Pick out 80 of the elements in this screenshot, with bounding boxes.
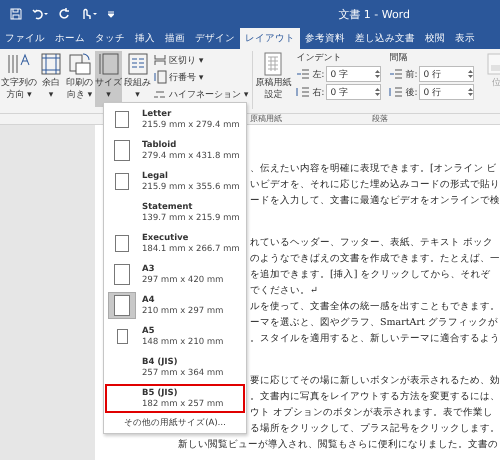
- ribbon-button[interactable]: 原稿用紙 設定: [255, 51, 292, 107]
- field-label: 右:: [312, 86, 324, 98]
- menu-item[interactable]: B5 (JIS) 182 mm x 257 mm: [105, 384, 245, 413]
- ribbon-tab[interactable]: レイアウト: [240, 28, 300, 49]
- paper-icon: [114, 295, 130, 316]
- spacing-icon: [389, 67, 404, 81]
- group-label: 原稿用紙: [250, 114, 282, 124]
- document-text-line: ルを使って、文書全体の統一感を出すこともできます。: [250, 300, 500, 314]
- group-label: 段落: [372, 114, 388, 124]
- ribbon-tab[interactable]: タッチ: [90, 28, 130, 49]
- menu-item[interactable]: Tabloid 279.4 mm x 431.8 mm: [105, 136, 245, 165]
- menu-item[interactable]: Letter 215.9 mm x 279.4 mm: [105, 105, 245, 134]
- indent-icon: [296, 85, 310, 99]
- ribbon-button[interactable]: サイズ ▾: [95, 51, 122, 107]
- document-text-line: ードを入力して、文書に最適なビデオをオンラインで検: [250, 194, 500, 208]
- document-text-line: 。文書内に写真をレイアウトする方法を変更するには、: [250, 390, 500, 404]
- spinner-arrows-icon: [468, 87, 474, 97]
- spinner-arrows-icon: [375, 69, 380, 79]
- ribbon-button[interactable]: 印刷の 向き ▾: [66, 51, 93, 107]
- ribbon-button[interactable]: 区切り ▾: [153, 53, 248, 67]
- document-text-line: のようなできばえの文書を作成できます。たとえば、一: [250, 252, 500, 266]
- window-title: 文書 1 - Word: [338, 6, 410, 22]
- menu-item[interactable]: A5 148 mm x 210 mm: [105, 322, 245, 351]
- ribbon-tab[interactable]: 参考資料: [300, 28, 350, 49]
- document-text-line: 要に応じてその場に新しいボタンが表示されるため、効: [250, 374, 500, 388]
- menu-item[interactable]: B4 (JIS) 257 mm x 364 mm: [105, 353, 245, 382]
- ribbon-tab[interactable]: 差し込み文書: [350, 28, 420, 49]
- customize-toolbar-icon[interactable]: [108, 10, 114, 18]
- document-text-line: ウト オプションのボタンが表示されます。表で作業し: [250, 406, 494, 420]
- document-text-line: を追加できます。[挿入] をクリックしてから、それぞ: [250, 268, 492, 282]
- ribbon-tab[interactable]: 表示: [450, 28, 480, 49]
- document-text-line: ーマを選ぶと、図やグラフ、SmartArt グラフィックが: [250, 316, 499, 330]
- paper-icon: [114, 264, 130, 285]
- ribbon-tab[interactable]: ファイル: [0, 28, 50, 49]
- document-text-line: 新しい閲覧ビューが導入され、閲覧もさらに便利になりました。文書の: [178, 438, 499, 452]
- spinner-arrows-icon: [375, 87, 380, 97]
- document-text-line: 。スタイルを適用すると、新しいテーマに適合するよう: [250, 332, 500, 346]
- document-text-line: れているヘッダー、フッター、表紙、テキスト ボック: [250, 236, 494, 250]
- ribbon-tab[interactable]: デザイン: [190, 28, 240, 49]
- ribbon-button[interactable]: 段組み ▾: [124, 51, 151, 107]
- field-label: 左:: [312, 68, 324, 80]
- ribbon-tab[interactable]: 校閲: [420, 28, 450, 49]
- ribbon-button[interactable]: 行番号 ▾: [153, 70, 248, 84]
- undo-icon[interactable]: [32, 8, 48, 20]
- ribbon-button[interactable]: 文字列の 方向 ▾: [2, 51, 36, 107]
- document-text-line: る場所をクリックして、プラス記号をクリックします。: [250, 422, 500, 436]
- document-text-line: でください。↵: [250, 284, 319, 298]
- ribbon-tab[interactable]: 挿入: [130, 28, 160, 49]
- field-label: 後:: [405, 86, 418, 98]
- group-title: インデント: [296, 52, 342, 64]
- menu-item[interactable]: A3 297 mm x 420 mm: [105, 260, 245, 289]
- document-text-line: いビデオを、それに応じた埋め込みコードの形式で貼り: [250, 178, 500, 192]
- paper-icon: [116, 329, 128, 344]
- menu-item[interactable]: Legal 215.9 mm x 355.6 mm: [105, 167, 245, 196]
- redo-icon[interactable]: [58, 8, 70, 20]
- paper-icon: [115, 173, 129, 190]
- group-title: 間隔: [389, 52, 408, 64]
- more-paper-sizes-item[interactable]: その他の用紙サイズ(A)...: [104, 415, 246, 431]
- paper-icon: [115, 111, 129, 128]
- field-label: 前:: [405, 68, 418, 80]
- save-icon[interactable]: [10, 8, 22, 20]
- indent-icon: [296, 67, 310, 81]
- spin-field[interactable]: 0 字: [326, 66, 382, 82]
- page-break-icon: [153, 53, 167, 67]
- menu-item[interactable]: Statement 139.7 mm x 215.9 mm: [105, 198, 245, 227]
- document-text-line: 、伝えたい内容を明確に表現できます。[オンライン ビ: [250, 162, 498, 176]
- spin-field[interactable]: 0 行: [419, 66, 474, 82]
- ribbon-tab[interactable]: 描画: [160, 28, 190, 49]
- spin-field[interactable]: 0 字: [326, 84, 382, 100]
- paper-icon: [115, 235, 129, 252]
- ribbon-button[interactable]: 余白 ▾: [38, 51, 64, 107]
- line-numbers-icon: [153, 70, 167, 84]
- paper-icon: [114, 140, 130, 161]
- spin-field[interactable]: 0 行: [419, 84, 474, 100]
- spinner-arrows-icon: [468, 69, 474, 79]
- ribbon-button[interactable]: ハイフネーション ▾: [153, 87, 248, 101]
- ribbon-tab[interactable]: ホーム: [50, 28, 90, 49]
- spacing-icon: [389, 85, 404, 99]
- menu-item[interactable]: Executive 184.1 mm x 266.7 mm: [105, 229, 245, 258]
- menu-item[interactable]: A4 210 mm x 297 mm: [105, 291, 245, 320]
